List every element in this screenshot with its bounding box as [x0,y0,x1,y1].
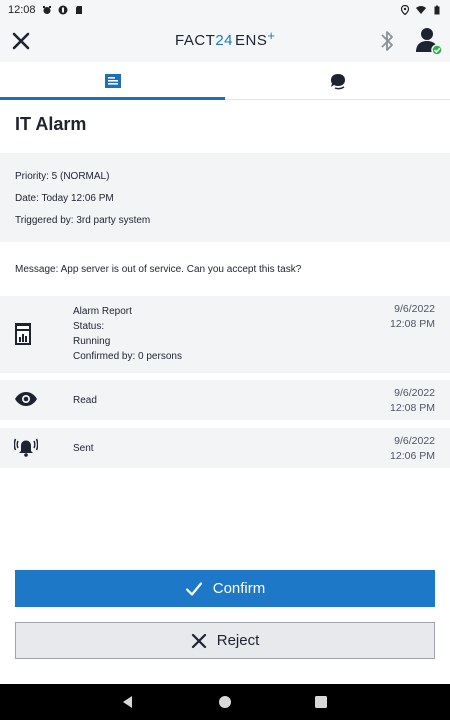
app-logo: FACT 24 ENS + [175,28,275,49]
history-time: 12:06 PM [390,450,435,462]
history-item-read[interactable]: Read 9/6/2022 12:08 PM [0,380,450,420]
document-icon [104,74,121,88]
history-timestamp: 9/6/2022 12:08 PM [390,302,435,332]
history-label: Read [73,395,97,406]
logo-number: 24 [215,32,234,49]
alarm-date: Date: Today 12:06 PM [15,193,114,204]
history-date: 9/6/2022 [394,435,435,447]
alarm-bell-icon [14,438,38,457]
recents-icon[interactable] [313,694,329,710]
status-right [400,5,442,15]
wifi-icon [416,6,426,14]
history-item-sent[interactable]: Sent 9/6/2022 12:06 PM [0,428,450,468]
alarm-message: Message: App server is out of service. C… [15,264,302,275]
history-date: 9/6/2022 [394,387,435,399]
history-title: Alarm Report [73,306,132,317]
history-label: Sent [73,443,94,454]
home-icon[interactable] [217,694,233,710]
location-icon [400,5,410,15]
user-online-icon [416,28,443,56]
logo-plus: + [267,28,276,43]
history-text: Alarm Report Status: Running Confirmed b… [73,304,182,364]
history-time: 12:08 PM [390,318,435,330]
status-bar: 12:08 [0,0,450,20]
alarm-info-panel: Priority: 5 (NORMAL) Date: Today 12:06 P… [0,153,450,242]
status-left: 12:08 [8,4,84,16]
system-nav-bar [0,684,450,720]
history-timestamp: 9/6/2022 12:06 PM [390,434,435,464]
bluetooth-icon [381,31,393,51]
tab-chat[interactable] [225,62,450,100]
logo-main: FACT [175,32,216,49]
user-status-button[interactable] [414,26,444,56]
app-bar: FACT 24 ENS + [0,20,450,62]
check-icon [185,581,202,596]
sd-card-icon [75,6,82,14]
history-confirmed: Confirmed by: 0 persons [73,351,182,362]
alarm-priority: Priority: 5 (NORMAL) [15,171,110,182]
history-status-value: Running [73,336,111,347]
status-time: 12:08 [8,4,36,16]
logo-suffix: ENS [235,32,268,49]
alarm-notification-icon [42,6,51,14]
confirm-button[interactable]: Confirm [15,570,435,607]
alarm-title: IT Alarm [15,114,87,134]
battery-icon [434,5,440,15]
eye-icon [15,392,37,406]
report-icon [15,323,31,345]
tab-details[interactable] [0,62,225,100]
history-status-label: Status: [73,321,105,332]
close-icon [12,32,30,50]
alarm-triggered-by: Triggered by: 3rd party system [15,215,151,226]
history-date: 9/6/2022 [394,303,435,315]
reject-button[interactable]: Reject [15,622,435,659]
confirm-label: Confirm [212,580,266,597]
reject-label: Reject [216,632,260,649]
app-notification-icon [58,5,68,15]
history-timestamp: 9/6/2022 12:08 PM [390,386,435,416]
history-time: 12:08 PM [390,402,435,414]
chat-icon [330,74,345,90]
tab-bar [0,62,450,100]
back-icon[interactable] [120,694,136,710]
active-tab-indicator [0,97,225,100]
history-item-alarm-report[interactable]: Alarm Report Status: Running Confirmed b… [0,296,450,373]
close-button[interactable] [6,26,36,56]
close-icon [191,633,206,648]
